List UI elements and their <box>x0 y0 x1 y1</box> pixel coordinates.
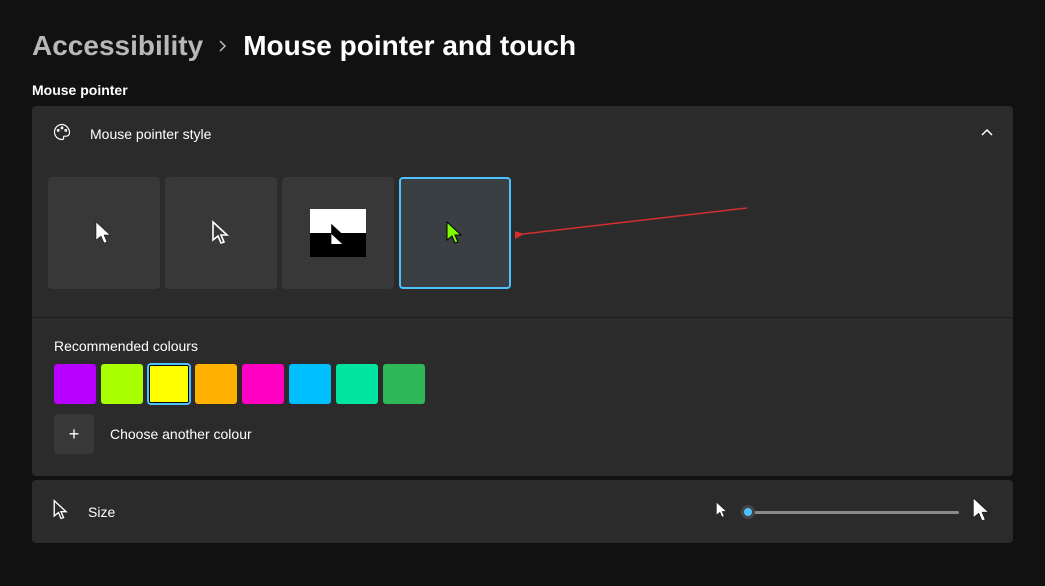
pointer-style-white[interactable] <box>48 177 160 289</box>
pointer-style-custom[interactable] <box>399 177 511 289</box>
palette-icon <box>52 122 72 145</box>
cursor-large-icon <box>971 496 993 527</box>
size-slider[interactable] <box>741 509 959 515</box>
colour-swatch[interactable] <box>289 364 331 404</box>
recommended-colours-block: Recommended colours + Choose another col… <box>32 318 1013 476</box>
colour-swatch[interactable] <box>383 364 425 404</box>
pointer-style-inverted[interactable] <box>282 177 394 289</box>
chevron-up-icon <box>981 126 993 142</box>
colour-swatch[interactable] <box>242 364 284 404</box>
recommended-colours-label: Recommended colours <box>54 338 991 354</box>
cursor-small-icon <box>715 501 729 522</box>
cursor-icon <box>52 499 70 524</box>
breadcrumb: Accessibility Mouse pointer and touch <box>32 30 1013 62</box>
pointer-style-options <box>32 161 1013 318</box>
choose-colour-label: Choose another colour <box>110 426 252 442</box>
section-label: Mouse pointer <box>32 82 1013 98</box>
breadcrumb-current: Mouse pointer and touch <box>243 30 576 62</box>
add-colour-button[interactable]: + <box>54 414 94 454</box>
colour-swatch[interactable] <box>148 364 190 404</box>
size-slider-group <box>715 496 993 527</box>
pointer-style-black[interactable] <box>165 177 277 289</box>
pointer-style-header[interactable]: Mouse pointer style <box>32 106 1013 161</box>
size-title: Size <box>88 504 115 520</box>
pointer-style-card: Mouse pointer style <box>32 106 1013 476</box>
colour-swatch[interactable] <box>101 364 143 404</box>
colour-swatch[interactable] <box>54 364 96 404</box>
pointer-style-title: Mouse pointer style <box>90 126 211 142</box>
plus-icon: + <box>69 424 80 445</box>
size-card: Size <box>32 480 1013 543</box>
breadcrumb-parent[interactable]: Accessibility <box>32 30 203 62</box>
chevron-right-icon <box>217 36 229 57</box>
slider-thumb[interactable] <box>741 505 755 519</box>
colour-swatch-row <box>54 364 991 404</box>
colour-swatch[interactable] <box>336 364 378 404</box>
colour-swatch[interactable] <box>195 364 237 404</box>
annotation-arrow <box>515 206 755 266</box>
